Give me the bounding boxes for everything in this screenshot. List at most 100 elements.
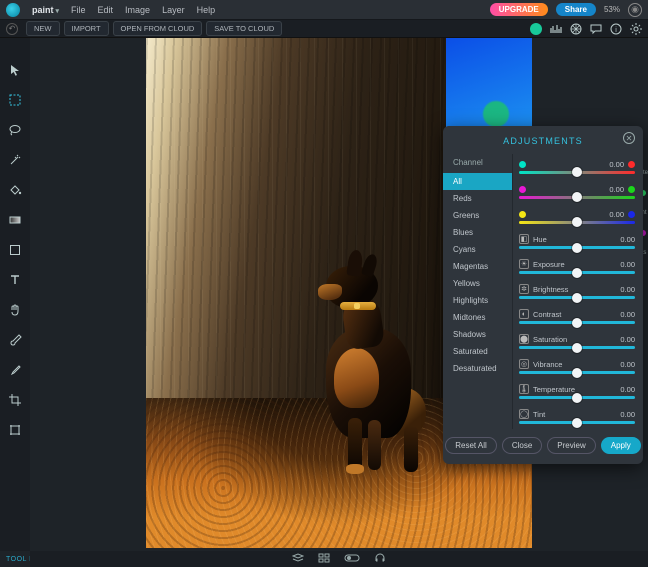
channel-item[interactable]: Midtones <box>443 309 512 326</box>
channel-item[interactable]: Yellows <box>443 275 512 292</box>
color-slider-row: 0.00 <box>519 179 635 204</box>
zoom-percent[interactable]: 53% <box>604 5 620 14</box>
contrast-icon: ◐ <box>519 309 529 319</box>
fill-tool-icon[interactable] <box>7 182 23 198</box>
adjustments-panel: ✕ ADJUSTMENTS Channel AllRedsGreensBlues… <box>443 126 643 464</box>
import-button[interactable]: IMPORT <box>64 21 109 36</box>
marquee-tool-icon[interactable] <box>7 92 23 108</box>
slider-label: Brightness <box>533 285 568 294</box>
slider-thumb[interactable] <box>572 192 582 202</box>
slider-thumb[interactable] <box>572 217 582 227</box>
slider-label: Contrast <box>533 310 561 319</box>
channel-item[interactable]: All <box>443 173 512 190</box>
text-tool-icon[interactable] <box>7 272 23 288</box>
swatch-left-icon <box>519 161 526 168</box>
adjust-slider-row: ◎Vibrance0.00 <box>519 354 635 379</box>
lasso-tool-icon[interactable] <box>7 122 23 138</box>
save-to-cloud-button[interactable]: SAVE TO CLOUD <box>206 21 282 36</box>
temperature-icon: 🌡 <box>519 384 529 394</box>
channel-item[interactable]: Shadows <box>443 326 512 343</box>
hand-tool-icon[interactable] <box>7 302 23 318</box>
channel-item[interactable]: Reds <box>443 190 512 207</box>
slider-thumb[interactable] <box>572 418 582 428</box>
slider-track[interactable] <box>519 321 635 324</box>
slider-track[interactable] <box>519 371 635 374</box>
channel-item[interactable]: Saturated <box>443 343 512 360</box>
swatch-left-icon <box>519 211 526 218</box>
swatch-left-icon <box>519 186 526 193</box>
slider-label: Exposure <box>533 260 565 269</box>
channel-item[interactable]: Greens <box>443 207 512 224</box>
open-from-cloud-button[interactable]: OPEN FROM CLOUD <box>113 21 203 36</box>
crop-tool-icon[interactable] <box>7 392 23 408</box>
new-button[interactable]: NEW <box>26 21 60 36</box>
headphones-icon[interactable] <box>374 553 386 565</box>
info-icon[interactable]: i <box>610 23 622 35</box>
layers-icon[interactable] <box>292 553 304 565</box>
channel-item[interactable]: Cyans <box>443 241 512 258</box>
color-slider-row: 0.00 <box>519 154 635 179</box>
vibrance-icon: ◎ <box>519 359 529 369</box>
equalizer-icon[interactable] <box>550 23 562 35</box>
frame-tool-icon[interactable] <box>7 422 23 438</box>
undo-icon[interactable]: ↶ <box>6 23 18 35</box>
tint-icon: ◯ <box>519 409 529 419</box>
slider-thumb[interactable] <box>572 268 582 278</box>
gear-icon[interactable] <box>630 23 642 35</box>
share-button[interactable]: Share <box>556 3 596 16</box>
slider-track[interactable] <box>519 346 635 349</box>
status-dot-icon[interactable] <box>530 23 542 35</box>
slider-track[interactable] <box>519 171 635 174</box>
slider-thumb[interactable] <box>572 343 582 353</box>
slider-track[interactable] <box>519 396 635 399</box>
slider-track[interactable] <box>519 196 635 199</box>
slider-thumb[interactable] <box>572 393 582 403</box>
brightness-icon: ✲ <box>519 284 529 294</box>
account-icon[interactable]: ◉ <box>628 3 642 17</box>
chevron-down-icon: ▾ <box>56 8 60 15</box>
slider-track[interactable] <box>519 296 635 299</box>
apply-button[interactable]: Apply <box>601 437 641 454</box>
panel-title: ADJUSTMENTS <box>443 134 643 154</box>
brush-tool-icon[interactable] <box>7 332 23 348</box>
reset-all-button[interactable]: Reset All <box>445 437 497 454</box>
menu-layer[interactable]: Layer <box>162 5 185 15</box>
eyedropper-tool-icon[interactable] <box>7 362 23 378</box>
panel-buttons: Reset All Close Preview Apply <box>443 429 643 454</box>
slider-thumb[interactable] <box>572 368 582 378</box>
grid-icon[interactable] <box>318 553 330 565</box>
slider-value: 0.00 <box>620 410 635 419</box>
preview-button[interactable]: Preview <box>547 437 595 454</box>
menu-edit[interactable]: Edit <box>98 5 114 15</box>
shape-tool-icon[interactable] <box>7 242 23 258</box>
slider-thumb[interactable] <box>572 293 582 303</box>
slider-thumb[interactable] <box>572 318 582 328</box>
slider-track[interactable] <box>519 221 635 224</box>
channel-item[interactable]: Highlights <box>443 292 512 309</box>
globe-icon[interactable] <box>570 23 582 35</box>
upgrade-button[interactable]: UPGRADE <box>490 3 548 16</box>
gradient-tool-icon[interactable] <box>7 212 23 228</box>
adjust-slider-row: ⬤Saturation0.00 <box>519 329 635 354</box>
menu-help[interactable]: Help <box>197 5 216 15</box>
slider-thumb[interactable] <box>572 167 582 177</box>
close-icon[interactable]: ✕ <box>623 132 635 144</box>
app-name[interactable]: paint▾ <box>32 5 59 15</box>
pointer-tool-icon[interactable] <box>7 62 23 78</box>
menu-file[interactable]: File <box>71 5 86 15</box>
slider-track[interactable] <box>519 271 635 274</box>
slider-track[interactable] <box>519 246 635 249</box>
slider-thumb[interactable] <box>572 243 582 253</box>
swatch-right-icon <box>628 161 635 168</box>
toggle-icon[interactable] <box>344 553 360 565</box>
channel-item[interactable]: Desaturated <box>443 360 512 377</box>
chat-icon[interactable] <box>590 23 602 35</box>
channel-list: Channel AllRedsGreensBluesCyansMagentasY… <box>443 154 513 429</box>
close-button[interactable]: Close <box>502 437 542 454</box>
channel-item[interactable]: Magentas <box>443 258 512 275</box>
channel-item[interactable]: Blues <box>443 224 512 241</box>
menu-image[interactable]: Image <box>125 5 150 15</box>
bottom-bar <box>30 551 648 567</box>
slider-track[interactable] <box>519 421 635 424</box>
wand-tool-icon[interactable] <box>7 152 23 168</box>
